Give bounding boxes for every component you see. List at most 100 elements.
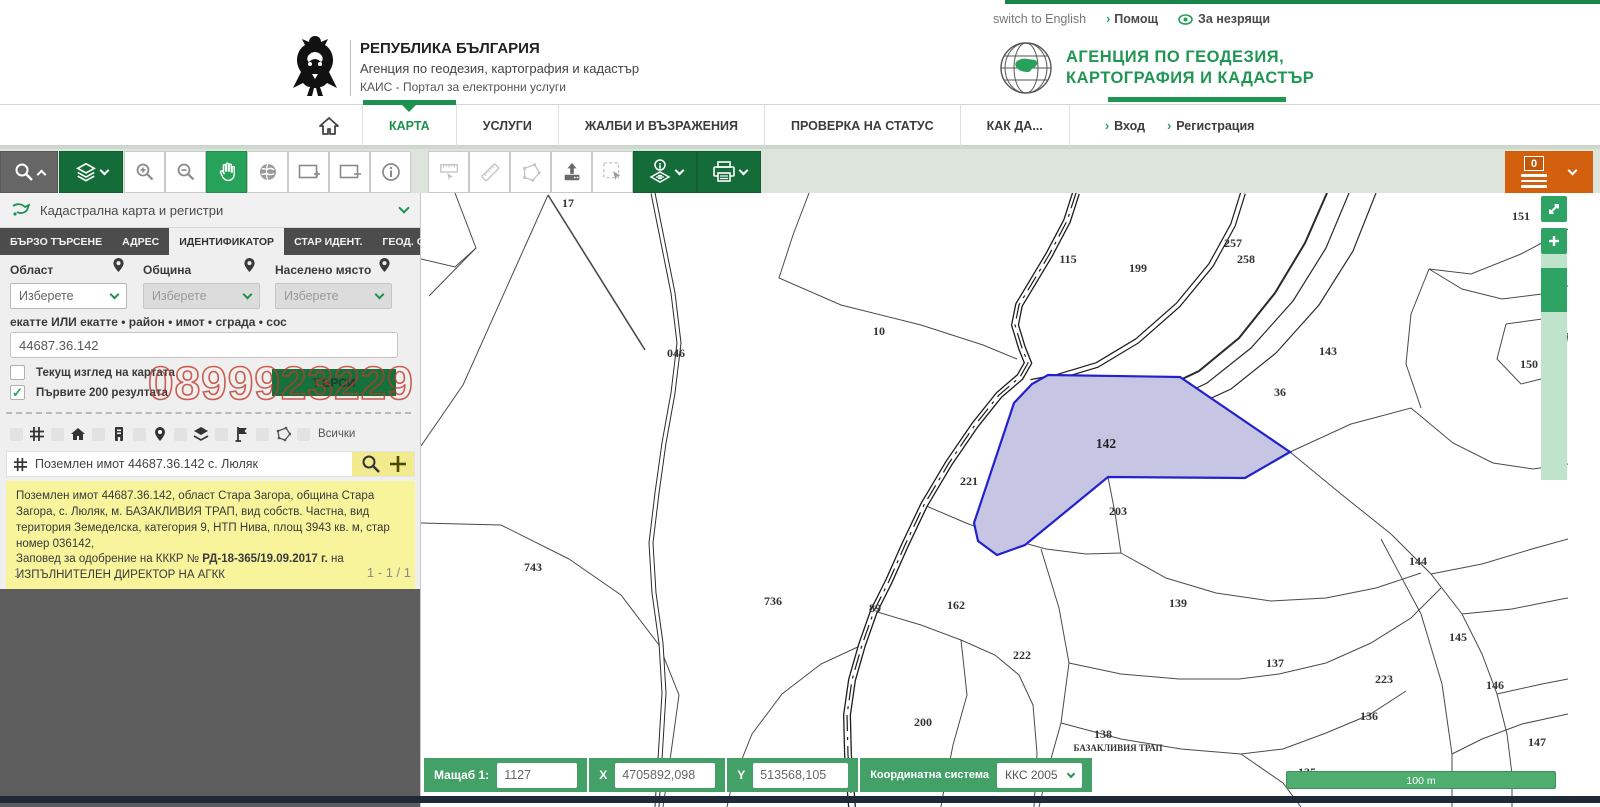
- svg-text:199: 199: [1129, 261, 1147, 275]
- portal-subtitle: КАИС - Портал за електронни услуги: [360, 80, 639, 94]
- svg-text:115: 115: [1059, 252, 1076, 266]
- zoom-out-tool-button[interactable]: [165, 151, 206, 193]
- info-tool-button[interactable]: [370, 151, 411, 193]
- filter-checkbox-building[interactable]: [51, 428, 64, 441]
- naseleno-select[interactable]: Изберете: [275, 283, 392, 309]
- search-submit-button[interactable]: ТЪРСИ: [272, 369, 396, 396]
- agency-logo: АГЕНЦИЯ ПО ГЕОДЕЗИЯ, КАРТОГРАФИЯ И КАДАС…: [998, 40, 1314, 96]
- chevron-down-icon: [738, 166, 748, 176]
- tab-karta[interactable]: КАРТА: [363, 105, 457, 146]
- print-button[interactable]: [697, 151, 761, 193]
- first200-checkbox[interactable]: ✓: [10, 385, 25, 400]
- chevron-right-icon: ›: [1167, 119, 1171, 133]
- pan-tool-button[interactable]: [206, 151, 247, 193]
- scale-input[interactable]: [497, 763, 577, 788]
- agency-logo-text: АГЕНЦИЯ ПО ГЕОДЕЗИЯ, КАРТОГРАФИЯ И КАДАС…: [1066, 47, 1314, 88]
- zoom-window-out-button[interactable]: [329, 151, 370, 193]
- expand-map-button[interactable]: [1541, 196, 1567, 222]
- chevron-right-icon: ›: [1106, 12, 1110, 26]
- svg-text:150: 150: [1520, 357, 1538, 371]
- x-coordinate-input[interactable]: [615, 763, 715, 788]
- oblast-select[interactable]: Изберете: [10, 283, 127, 309]
- identifier-input[interactable]: [10, 332, 398, 358]
- map-canvas[interactable]: 1711519925725815110046143150361422212031…: [421, 193, 1568, 807]
- zoom-to-result-icon[interactable]: [361, 454, 381, 474]
- measure-distance-button[interactable]: [469, 151, 510, 193]
- y-coordinate-input[interactable]: [753, 763, 848, 788]
- tab-old-identifier[interactable]: СТАР ИДЕНТ.: [284, 228, 372, 255]
- chevron-down-icon: [375, 290, 385, 300]
- pin-icon[interactable]: [112, 257, 125, 273]
- kais-portal: switch to English ›Помощ За незрящи РЕПУ…: [0, 0, 1600, 807]
- tab-address[interactable]: АДРЕС: [112, 228, 169, 255]
- register-link[interactable]: ›Регистрация: [1167, 119, 1254, 133]
- obshtina-select[interactable]: Изберете: [143, 283, 260, 309]
- svg-text:10: 10: [873, 324, 885, 338]
- search-tool-button[interactable]: [0, 151, 58, 193]
- tab-kak-da[interactable]: КАК ДА...: [961, 105, 1070, 146]
- tab-uslugi[interactable]: УСЛУГИ: [457, 105, 559, 146]
- select-region-button[interactable]: [592, 151, 633, 193]
- road-046: [651, 193, 679, 807]
- filter-checkbox-all[interactable]: [297, 428, 310, 441]
- selected-parcel-142[interactable]: [974, 375, 1290, 555]
- polygon-icon: [520, 161, 542, 183]
- login-link[interactable]: ›Вход: [1105, 119, 1145, 133]
- accessibility-link[interactable]: За незрящи: [1178, 12, 1270, 26]
- page-number[interactable]: 1: [14, 565, 21, 580]
- tab-quick-search[interactable]: БЪРЗО ТЪРСЕНЕ: [0, 228, 112, 255]
- top-accent-strip: [1005, 0, 1600, 4]
- pin-icon: [152, 426, 168, 442]
- expand-icon: [1547, 202, 1561, 216]
- zoom-in-tool-button[interactable]: [124, 151, 165, 193]
- info-icon: [381, 162, 401, 182]
- home-icon: [318, 116, 340, 136]
- scale-label: Мащаб 1:: [434, 768, 489, 782]
- add-to-cart-icon[interactable]: [388, 454, 408, 474]
- identify-button[interactable]: [633, 151, 697, 193]
- pin-icon[interactable]: [378, 257, 391, 273]
- window-bottom-edge: [0, 796, 1600, 803]
- coat-of-arms-logo: [288, 34, 342, 100]
- zoom-window-in-button[interactable]: [288, 151, 329, 193]
- zoom-in-map-button[interactable]: [1541, 228, 1567, 254]
- chevron-down-icon: [110, 290, 120, 300]
- filter-checkbox-scheme[interactable]: [92, 428, 105, 441]
- help-link[interactable]: ›Помощ: [1106, 12, 1158, 26]
- chevron-down-icon: [1066, 770, 1074, 778]
- map-status-bar: Мащаб 1: X Y Координатна система ККС 200…: [424, 758, 1092, 792]
- chevron-down-icon: [1568, 166, 1578, 176]
- chevron-down-icon: [674, 166, 684, 176]
- filter-checkbox-polygon[interactable]: [256, 428, 269, 441]
- search-tabs: БЪРЗО ТЪРСЕНЕ АДРЕС ИДЕНТИФИКАТОР СТАР И…: [0, 228, 420, 255]
- filter-checkbox-point[interactable]: [133, 428, 146, 441]
- result-title: Поземлен имот 44687.36.142 с. Люляк: [35, 457, 354, 471]
- zoom-slider-handle[interactable]: [1541, 268, 1567, 312]
- cart-menu-button[interactable]: 0: [1505, 151, 1593, 193]
- result-list-item[interactable]: Поземлен имот 44687.36.142 с. Люляк: [6, 451, 415, 477]
- switch-language-link[interactable]: switch to English: [993, 12, 1086, 26]
- upload-button[interactable]: [551, 151, 592, 193]
- module-selector[interactable]: Кадастрална карта и регистри: [0, 193, 420, 228]
- layers-button[interactable]: [59, 151, 123, 193]
- naseleno-label: Населено място: [275, 263, 371, 277]
- upload-icon: [561, 161, 583, 183]
- header-titles: РЕПУБЛИКА БЪЛГАРИЯ Агенция по геодезия, …: [360, 40, 639, 94]
- svg-text:143: 143: [1319, 344, 1337, 358]
- filter-checkbox-parcel[interactable]: [10, 428, 23, 441]
- filter-checkbox-layer[interactable]: [174, 428, 187, 441]
- overview-tool-button[interactable]: [247, 151, 288, 193]
- eye-icon: [1178, 14, 1193, 25]
- current-view-checkbox[interactable]: [10, 365, 25, 380]
- tab-zhalbi[interactable]: ЖАЛБИ И ВЪЗРАЖЕНИЯ: [559, 105, 765, 146]
- tab-proverka[interactable]: ПРОВЕРКА НА СТАТУС: [765, 105, 961, 146]
- search-sidebar: Кадастрална карта и регистри БЪРЗО ТЪРСЕ…: [0, 193, 421, 807]
- pin-icon[interactable]: [243, 257, 256, 273]
- filter-checkbox-flag[interactable]: [215, 428, 228, 441]
- tab-identifier[interactable]: ИДЕНТИФИКАТОР: [169, 228, 284, 255]
- svg-text:137: 137: [1266, 656, 1284, 670]
- crs-select[interactable]: ККС 2005: [997, 763, 1082, 788]
- home-button[interactable]: [296, 105, 363, 146]
- measure-coordinates-button[interactable]: [428, 151, 469, 193]
- measure-area-button[interactable]: [510, 151, 551, 193]
